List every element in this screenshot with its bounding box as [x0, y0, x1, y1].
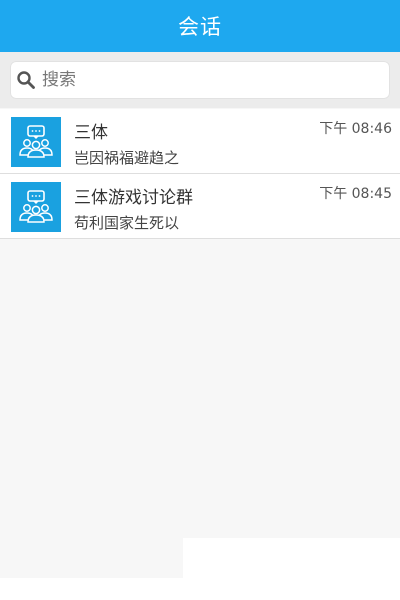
group-chat-icon: [11, 117, 61, 167]
search-input[interactable]: [42, 65, 362, 95]
conversation-last-message: 岂因祸福避趋之: [74, 149, 180, 167]
conversation-last-message: 苟利国家生死以: [74, 214, 180, 232]
search-box[interactable]: [10, 61, 390, 99]
conversation-list: 三体 岂因祸福避趋之 下午 08:46 三体游戏讨论群 苟利国家生死以 下午 0…: [0, 109, 400, 239]
bottom-background-strip: [0, 578, 400, 600]
conversation-name: 三体: [74, 123, 108, 143]
title-bar: 会话: [0, 0, 400, 52]
conversation-time: 下午 08:45: [319, 186, 392, 202]
page-title: 会话: [178, 15, 222, 39]
conversation-item[interactable]: 三体游戏讨论群 苟利国家生死以 下午 08:45: [0, 174, 400, 239]
search-icon: [16, 70, 36, 90]
conversation-item[interactable]: 三体 岂因祸福避趋之 下午 08:46: [0, 109, 400, 174]
group-chat-icon: [11, 182, 61, 232]
search-bar-container: [0, 52, 400, 108]
bottom-background-patch: [183, 538, 400, 578]
conversation-time: 下午 08:46: [319, 121, 392, 137]
conversation-name: 三体游戏讨论群: [74, 188, 193, 208]
conversation-screen: 会话 搜索 三体 岂因祸福避趋之 下午 08:46 三体游戏讨论群 苟利国家生死…: [0, 0, 400, 600]
